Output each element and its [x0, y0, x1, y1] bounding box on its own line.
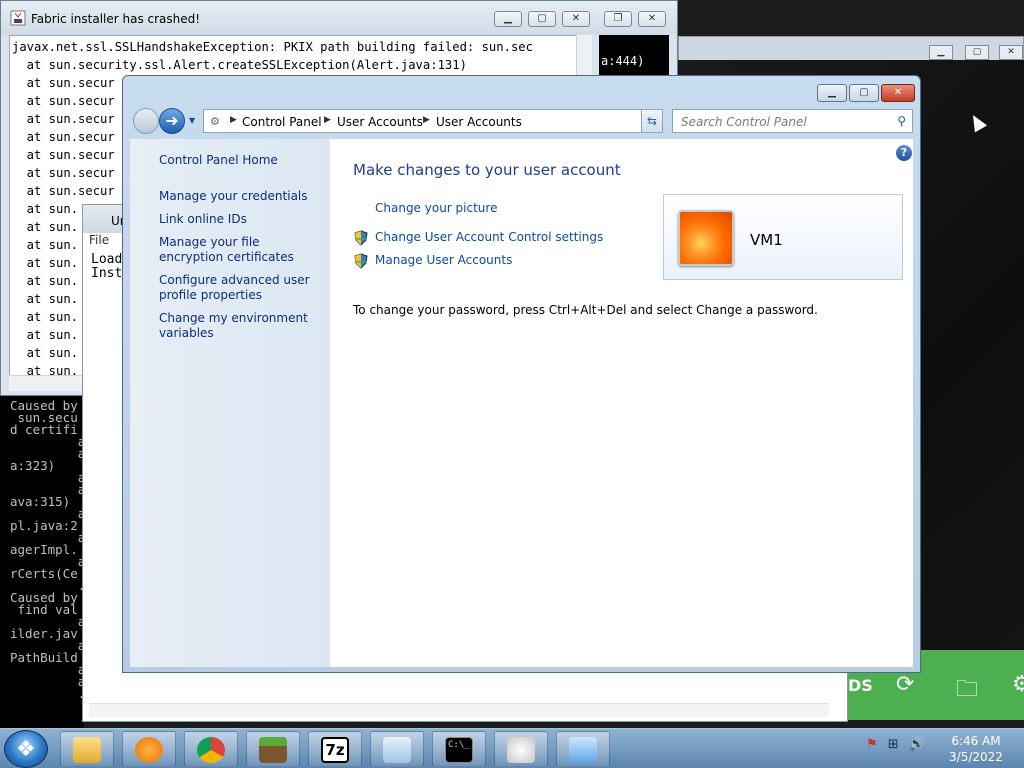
chevron-right-icon[interactable]: ▶ [423, 115, 430, 125]
taskbar-media-player[interactable] [122, 731, 176, 767]
crash-window-titlebar[interactable]: Fabric installer has crashed! ▁ ▢ ✕ ❐ ✕ [1, 1, 677, 35]
folder-icon[interactable]: 🗀 [956, 672, 978, 710]
console-window[interactable]: Caused by sun.secu d certifi a a a:323) a … [0, 396, 84, 728]
chrome-icon [197, 737, 225, 763]
clock-time: 6:46 AM [951, 734, 1001, 748]
close-button[interactable]: ✕ [881, 84, 915, 102]
file-explorer-icon [73, 737, 101, 763]
control-panel-icon: ⚙ [210, 115, 220, 128]
close-button[interactable]: ✕ [562, 11, 590, 27]
java-icon [507, 737, 535, 763]
java-icon [10, 10, 26, 26]
change-picture-link[interactable]: Change your picture [375, 201, 497, 215]
sidebar-item-encryption[interactable]: Manage your file encryption certificates [159, 235, 324, 265]
clock-date: 3/5/2022 [949, 750, 1003, 764]
forward-button[interactable]: ➜ [159, 108, 185, 134]
maximize-button[interactable]: ▢ [528, 11, 556, 27]
console-fragment: a:444) [599, 35, 669, 77]
stacktrace-line: javax.net.ssl.SSLHandshakeException: PKI… [12, 40, 533, 54]
horizontal-scrollbar[interactable] [89, 703, 829, 717]
volume-icon[interactable]: 🔊 [909, 737, 925, 752]
taskbar-cmd[interactable]: C:\_ [432, 731, 486, 767]
taskbar-control-panel[interactable] [556, 731, 610, 767]
breadcrumb-user-accounts[interactable]: User Accounts [337, 115, 423, 129]
restore-button[interactable]: ❐ [604, 11, 632, 27]
address-bar[interactable]: ⚙ ▶ Control Panel ▶ User Accounts ▶ User… [203, 109, 663, 133]
avatar[interactable] [678, 210, 734, 266]
control-panel-icon [569, 737, 597, 763]
system-tray: ⚑ ⊞ 🔊 [866, 737, 925, 752]
search-icon[interactable]: ⚲ [897, 114, 906, 128]
back-button[interactable] [133, 108, 159, 134]
log-line: Inst [91, 266, 123, 281]
taskbar-7zip[interactable]: 7z [308, 731, 362, 767]
console-fragment-text: a:444) [601, 54, 645, 68]
installer-log: Load Inst [91, 253, 122, 281]
crash-window-title: Fabric installer has crashed! [31, 12, 201, 26]
refresh-button[interactable]: ⇆ [641, 109, 663, 133]
chevron-right-icon[interactable]: ▶ [230, 115, 237, 125]
cmd-icon: C:\_ [445, 737, 473, 763]
7zip-icon: 7z [321, 737, 349, 763]
sidebar: Control Panel Home Manage your credentia… [130, 139, 330, 667]
minimize-button[interactable]: ▁ [929, 45, 953, 60]
main-content: ? Make changes to your user account Chan… [330, 139, 913, 667]
uac-shield-icon [354, 253, 368, 269]
sidebar-home-link[interactable]: Control Panel Home [159, 153, 324, 168]
account-name: VM1 [750, 231, 783, 249]
taskbar-file-explorer[interactable] [60, 731, 114, 767]
sidebar-item-credentials[interactable]: Manage your credentials [159, 189, 324, 204]
recent-pages-dropdown-icon[interactable]: ▼ [189, 116, 195, 125]
windows-logo-icon: ❖ [16, 737, 36, 762]
minecraft-icon [259, 737, 287, 763]
maximize-button[interactable]: ▢ [965, 45, 989, 60]
navigation-bar: ➜ ▼ ⚙ ▶ Control Panel ▶ User Accounts ▶ … [131, 106, 916, 134]
account-tile: VM1 [663, 194, 903, 280]
change-uac-settings-link[interactable]: Change User Account Control settings [375, 230, 603, 244]
log-line: Load [91, 252, 123, 267]
notepad-icon [383, 737, 411, 763]
password-note: To change your password, press Ctrl+Alt+… [353, 303, 818, 317]
close-button[interactable]: ✕ [638, 11, 666, 27]
minimize-button[interactable]: ▁ [494, 11, 522, 27]
refresh-icon[interactable]: ⟳ [896, 672, 914, 697]
taskbar: ❖ 7z C:\_ ⚑ ⊞ 🔊 6:46 AM 3/5/2022 [0, 728, 1024, 768]
sidebar-item-online-ids[interactable]: Link online IDs [159, 212, 324, 227]
taskbar-java[interactable] [494, 731, 548, 767]
taskbar-chrome[interactable] [184, 731, 238, 767]
console-line: . [10, 686, 84, 701]
manage-user-accounts-link[interactable]: Manage User Accounts [375, 253, 512, 267]
chevron-right-icon[interactable]: ▶ [324, 115, 331, 125]
action-center-icon[interactable]: ⚑ [866, 737, 878, 752]
search-input[interactable]: Search Control Panel ⚲ [672, 109, 913, 133]
launcher-text: DS [848, 676, 873, 695]
page-title: Make changes to your user account [353, 161, 621, 179]
media-player-icon [135, 737, 163, 763]
stacktrace-line: at sun.security.ssl.Alert.createSSLExcep… [12, 58, 467, 72]
breadcrumb-control-panel[interactable]: Control Panel [242, 115, 322, 129]
close-button[interactable]: ✕ [999, 45, 1023, 60]
minimize-button[interactable]: ▁ [817, 84, 847, 102]
taskbar-minecraft[interactable] [246, 731, 300, 767]
network-icon[interactable]: ⊞ [888, 737, 899, 752]
start-button[interactable]: ❖ [4, 730, 48, 768]
maximize-button[interactable]: ▢ [849, 84, 879, 102]
clock[interactable]: 6:46 AM 3/5/2022 [946, 733, 1006, 765]
sidebar-item-environment-variables[interactable]: Change my environment variables [159, 311, 324, 341]
taskbar-notepad[interactable] [370, 731, 424, 767]
settings-icon[interactable]: ⚙ [1012, 672, 1024, 697]
search-placeholder: Search Control Panel [681, 115, 807, 129]
breadcrumb-user-accounts-current[interactable]: User Accounts [436, 115, 522, 129]
uac-shield-icon [354, 230, 368, 246]
sidebar-item-profile-properties[interactable]: Configure advanced user profile properti… [159, 273, 324, 303]
control-panel-window[interactable]: ▁ ▢ ✕ ➜ ▼ ⚙ ▶ Control Panel ▶ User Accou… [122, 75, 921, 673]
help-icon[interactable]: ? [896, 145, 912, 161]
